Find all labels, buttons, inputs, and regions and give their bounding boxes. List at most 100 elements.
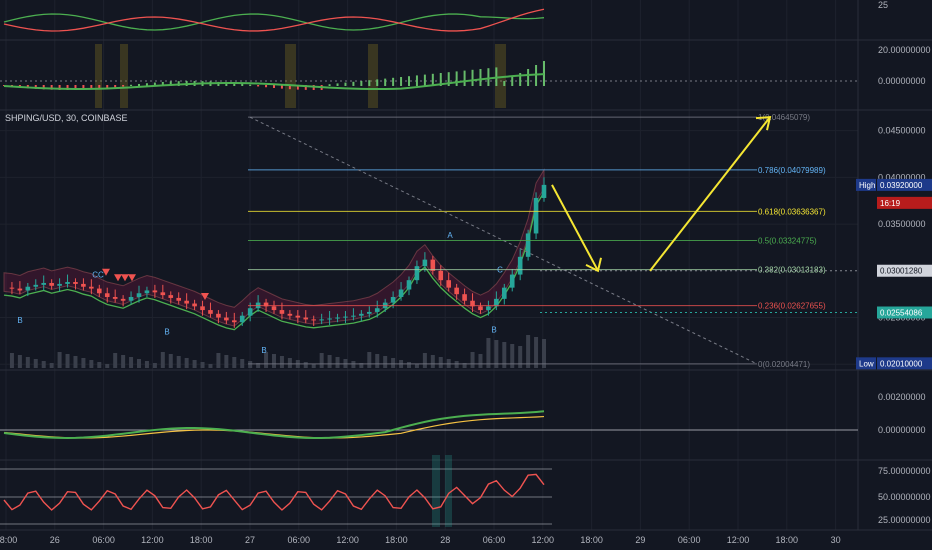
histogram-bar — [122, 85, 125, 87]
histogram-bar — [265, 85, 268, 88]
candle-body — [239, 315, 245, 323]
histogram-bar — [479, 69, 482, 86]
trading-chart[interactable]: 18:00 26 06:00 12:00 18:00 27 06:00 12:00 18:00 2… — [0, 0, 932, 550]
volume-bar — [518, 346, 523, 368]
volume-bar — [65, 354, 70, 368]
candle-body — [65, 282, 70, 284]
candle-body — [478, 306, 483, 311]
candle-body — [541, 184, 547, 198]
time-tick-label: 18:00 — [776, 535, 799, 545]
volume-bar — [49, 363, 54, 368]
volume-bar — [168, 354, 173, 368]
candle-body — [231, 320, 237, 323]
candle-body — [33, 284, 39, 287]
candle-body — [335, 317, 340, 319]
volume-bar — [240, 359, 245, 368]
volume-bar — [160, 352, 165, 368]
price-tick-label: 0.04500000 — [878, 126, 926, 136]
volume-bar — [383, 356, 388, 368]
candle-body — [303, 317, 309, 320]
volume-bar — [73, 356, 78, 368]
volume-bar — [9, 353, 14, 368]
volume-bar — [375, 354, 380, 368]
candle-body — [271, 306, 277, 311]
candle-body — [462, 294, 467, 301]
osc4-tick-label: 50.00000000 — [878, 492, 931, 502]
candle-body — [422, 259, 428, 267]
volume-bar — [152, 363, 157, 368]
histogram-bar — [384, 78, 387, 86]
squeeze-zone — [95, 44, 102, 108]
volume-bar — [430, 355, 435, 368]
histogram-bar — [360, 81, 363, 86]
volume-bar — [216, 353, 221, 368]
volume-bar — [478, 354, 483, 368]
histogram-bar — [408, 76, 410, 86]
candle-body — [81, 283, 86, 287]
squeeze-zone — [120, 44, 128, 108]
candle-body — [374, 308, 380, 312]
fib-level-label: 0.236(0.02627655) — [758, 302, 826, 311]
pattern-point-label: B — [164, 327, 169, 336]
fib-level-label: 0.618(0.03636367) — [758, 207, 826, 216]
volume-bar — [137, 359, 141, 368]
volume-bar — [208, 364, 213, 368]
histogram-bar — [130, 84, 133, 86]
fib-level-label: 0.786(0.04079989) — [758, 166, 826, 175]
candle-body — [9, 287, 15, 289]
pattern-point-label: CC — [92, 270, 104, 279]
candle-body — [295, 315, 301, 318]
histogram-bar — [336, 83, 339, 86]
volume-bar — [144, 361, 149, 368]
histogram-bar — [487, 68, 490, 86]
histogram-bar — [400, 77, 403, 86]
candle-body — [25, 286, 31, 291]
histogram-bar — [527, 69, 530, 86]
osc4-tick-label: 25.00000000 — [878, 515, 931, 525]
pattern-point-label: B — [261, 346, 266, 355]
volume-bar — [319, 353, 324, 368]
candle-body — [49, 282, 54, 286]
candle-body — [192, 303, 197, 307]
candle-body — [200, 306, 205, 311]
osc3-tick-label: 0.00000000 — [878, 425, 926, 435]
candle-body — [144, 290, 150, 294]
volume-bar — [89, 360, 94, 368]
time-tick-label: 18:00 — [385, 535, 408, 545]
price-tag-value: 0.02010000 — [880, 359, 923, 368]
volume-bar — [272, 354, 276, 368]
candle-body — [509, 274, 515, 288]
candle-body — [525, 233, 531, 257]
candle-body — [224, 317, 229, 321]
pattern-point-label: A — [447, 231, 453, 240]
candle-body — [184, 300, 189, 304]
volume-bar — [232, 357, 237, 368]
time-tick-label: 28 — [440, 535, 450, 545]
time-tick-label: 18:00 — [580, 535, 603, 545]
volume-bar — [367, 352, 372, 368]
volume-bar — [470, 352, 475, 368]
candle-body — [454, 287, 459, 295]
volume-bar — [57, 352, 62, 368]
time-tick-label: 12:00 — [336, 535, 359, 545]
candle-body — [17, 288, 23, 291]
candle-body — [486, 306, 491, 311]
histogram-bar — [241, 83, 244, 86]
histogram-bar — [455, 71, 458, 86]
histogram-bar — [415, 75, 418, 86]
candle-body — [319, 319, 324, 321]
volume-bar — [17, 355, 22, 368]
volume-bar — [81, 358, 86, 368]
candle-body — [287, 313, 293, 316]
time-tick-label: 06:00 — [92, 535, 115, 545]
volume-bar — [121, 355, 126, 368]
candle-body — [120, 298, 126, 301]
candle-body — [327, 318, 332, 320]
volume-bar — [184, 358, 189, 368]
time-tick-label: 06:00 — [288, 535, 311, 545]
volume-bar — [224, 355, 229, 368]
candle-body — [359, 313, 364, 316]
volume-bar — [407, 362, 411, 368]
osc2-tick-label: 20.00000000 — [878, 45, 931, 55]
candle-body — [208, 310, 213, 314]
